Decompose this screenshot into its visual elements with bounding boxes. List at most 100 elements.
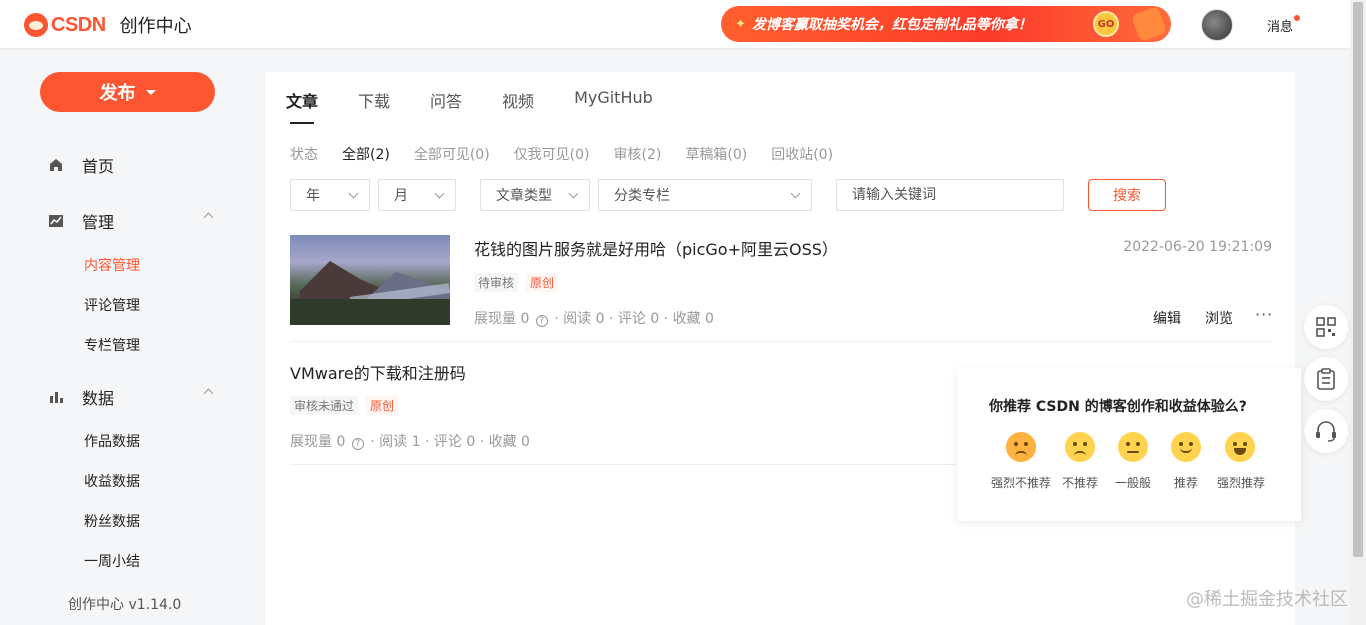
status-filter: 状态 全部(2) 全部可见(0) 仅我可见(0) 审核(2) 草稿箱(0) 回收… bbox=[290, 144, 857, 164]
keyword-search-input[interactable] bbox=[836, 179, 1064, 211]
impressions-count: 展现量 0 bbox=[290, 434, 346, 450]
option-strongly-not-recommend[interactable]: 强烈不推荐 bbox=[991, 474, 1051, 491]
bar-chart-icon bbox=[50, 392, 63, 403]
column-select[interactable]: 分类专栏 bbox=[598, 179, 812, 211]
filter-private[interactable]: 仅我可见(0) bbox=[514, 144, 590, 164]
comment-count: 评论 0 bbox=[617, 311, 660, 327]
sidebar-item-comment-manage[interactable]: 评论管理 bbox=[84, 295, 140, 315]
clipboard-icon bbox=[1317, 368, 1335, 390]
search-button[interactable]: 搜索 bbox=[1088, 179, 1166, 211]
comment-count: 评论 0 bbox=[433, 434, 476, 450]
year-select-value: 年 bbox=[306, 188, 320, 204]
creator-center-title: 创作中心 bbox=[119, 16, 192, 37]
tab-qa[interactable]: 问答 bbox=[430, 88, 462, 112]
sidebar-item-income-data[interactable]: 收益数据 bbox=[84, 471, 140, 491]
feedback-survey: 你推荐 CSDN 的博客创作和收益体验么? 强烈不推荐 不推荐 一般般 推荐 强… bbox=[957, 368, 1301, 521]
chevron-down-icon bbox=[790, 188, 801, 199]
column-select-value: 分类专栏 bbox=[614, 188, 670, 204]
option-recommend[interactable]: 推荐 bbox=[1174, 474, 1198, 491]
qr-code-icon bbox=[1316, 317, 1336, 337]
messages-link[interactable]: 消息 bbox=[1267, 15, 1301, 35]
original-badge: 原创 bbox=[366, 396, 399, 415]
edit-button[interactable]: 编辑 bbox=[1153, 308, 1181, 328]
sidebar-item-weekly-summary[interactable]: 一周小结 bbox=[84, 551, 140, 571]
chevron-down-icon bbox=[434, 188, 445, 199]
qr-code-button[interactable] bbox=[1304, 305, 1348, 349]
publish-button[interactable]: 发布 bbox=[40, 72, 215, 112]
brand-name: CSDN bbox=[51, 13, 106, 36]
article-date: 2022-06-20 19:21:09 bbox=[1123, 239, 1272, 255]
grin-face-icon[interactable] bbox=[1225, 432, 1255, 462]
read-count: 阅读 0 bbox=[563, 311, 605, 327]
article-title[interactable]: 花钱的图片服务就是好用哈（picGo+阿里云OSS） bbox=[474, 236, 838, 260]
content-tabs: 文章 下载 问答 视频 MyGitHub bbox=[286, 88, 693, 124]
clipboard-button[interactable] bbox=[1304, 357, 1348, 401]
sidebar-item-fans-data[interactable]: 粉丝数据 bbox=[84, 511, 140, 531]
home-label: 首页 bbox=[82, 157, 115, 176]
customer-service-button[interactable] bbox=[1304, 409, 1348, 453]
avatar[interactable] bbox=[1201, 9, 1233, 41]
promo-banner[interactable]: ✦ 发博客赢取抽奖机会，红包定制礼品等你拿！ GO bbox=[721, 6, 1171, 42]
filter-public[interactable]: 全部可见(0) bbox=[414, 144, 490, 164]
publish-label: 发布 bbox=[99, 83, 136, 103]
sidebar: 发布 首页 管理 内容管理 评论管理 专栏管理 数据 作品数据 收益数据 粉丝数… bbox=[0, 48, 256, 625]
scrollbar-thumb[interactable] bbox=[1353, 2, 1363, 557]
sidebar-item-data[interactable]: 数据 bbox=[48, 385, 216, 409]
chevron-down-icon bbox=[568, 188, 579, 199]
unread-dot bbox=[1294, 15, 1301, 21]
data-label: 数据 bbox=[82, 389, 115, 408]
logo[interactable]: CSDN 创作中心 bbox=[24, 12, 192, 38]
sidebar-item-home[interactable]: 首页 bbox=[48, 153, 216, 177]
impressions-count: 展现量 0 bbox=[474, 311, 530, 327]
neutral-face-icon[interactable] bbox=[1118, 432, 1148, 462]
help-icon[interactable]: ? bbox=[351, 438, 364, 450]
sidebar-item-column-manage[interactable]: 专栏管理 bbox=[84, 335, 140, 355]
month-select-value: 月 bbox=[394, 188, 408, 204]
csdn-mascot-icon bbox=[24, 13, 48, 37]
year-select[interactable]: 年 bbox=[290, 179, 370, 211]
watermark: @稀土掘金技术社区 bbox=[1186, 589, 1348, 610]
favorite-count: 收藏 0 bbox=[488, 434, 530, 450]
sidebar-item-manage[interactable]: 管理 bbox=[48, 209, 216, 233]
option-strongly-recommend[interactable]: 强烈推荐 bbox=[1217, 474, 1265, 491]
original-badge: 原创 bbox=[526, 273, 559, 292]
filter-review[interactable]: 审核(2) bbox=[614, 144, 662, 164]
version-label: 创作中心 v1.14.0 bbox=[68, 597, 182, 613]
filter-trash[interactable]: 回收站(0) bbox=[771, 144, 833, 164]
home-icon bbox=[50, 159, 62, 171]
sidebar-item-works-data[interactable]: 作品数据 bbox=[84, 431, 140, 451]
gift-bag-icon bbox=[1131, 6, 1167, 42]
chevron-up-icon bbox=[203, 212, 214, 223]
browse-button[interactable]: 浏览 bbox=[1205, 308, 1233, 328]
article-stats: 展现量 0 ? · 阅读 0 · 评论 0 · 收藏 0 bbox=[474, 311, 714, 327]
tab-videos[interactable]: 视频 bbox=[502, 88, 534, 112]
more-options-icon[interactable]: ··· bbox=[1255, 305, 1273, 324]
banner-text: 发博客赢取抽奖机会，红包定制礼品等你拿！ bbox=[751, 17, 1032, 33]
article-type-value: 文章类型 bbox=[496, 188, 552, 204]
page-scrollbar[interactable] bbox=[1350, 0, 1366, 625]
tab-downloads[interactable]: 下载 bbox=[358, 88, 390, 112]
caret-down-icon bbox=[145, 89, 156, 95]
tab-articles[interactable]: 文章 bbox=[286, 88, 318, 124]
article-thumbnail[interactable] bbox=[290, 235, 450, 325]
smile-face-icon[interactable] bbox=[1171, 432, 1201, 462]
status-label: 状态 bbox=[290, 147, 318, 163]
angry-face-icon[interactable] bbox=[1006, 432, 1036, 462]
help-icon[interactable]: ? bbox=[535, 315, 548, 327]
survey-question: 你推荐 CSDN 的博客创作和收益体验么? bbox=[989, 399, 1247, 415]
article-title[interactable]: VMware的下载和注册码 bbox=[290, 360, 466, 384]
option-not-recommend[interactable]: 不推荐 bbox=[1062, 474, 1098, 491]
go-badge[interactable]: GO bbox=[1093, 11, 1119, 37]
sparkle-icon: ✦ bbox=[735, 16, 746, 32]
option-average[interactable]: 一般般 bbox=[1115, 474, 1151, 491]
sidebar-item-content-manage[interactable]: 内容管理 bbox=[84, 255, 140, 275]
favorite-count: 收藏 0 bbox=[672, 311, 714, 327]
unhappy-face-icon[interactable] bbox=[1065, 432, 1095, 462]
manage-chart-icon bbox=[49, 215, 63, 227]
article-type-select[interactable]: 文章类型 bbox=[480, 179, 590, 211]
tab-mygithub[interactable]: MyGitHub bbox=[574, 88, 653, 112]
filter-all[interactable]: 全部(2) bbox=[342, 144, 390, 164]
filter-drafts[interactable]: 草稿箱(0) bbox=[685, 144, 747, 164]
month-select[interactable]: 月 bbox=[378, 179, 456, 211]
messages-label: 消息 bbox=[1267, 20, 1294, 35]
